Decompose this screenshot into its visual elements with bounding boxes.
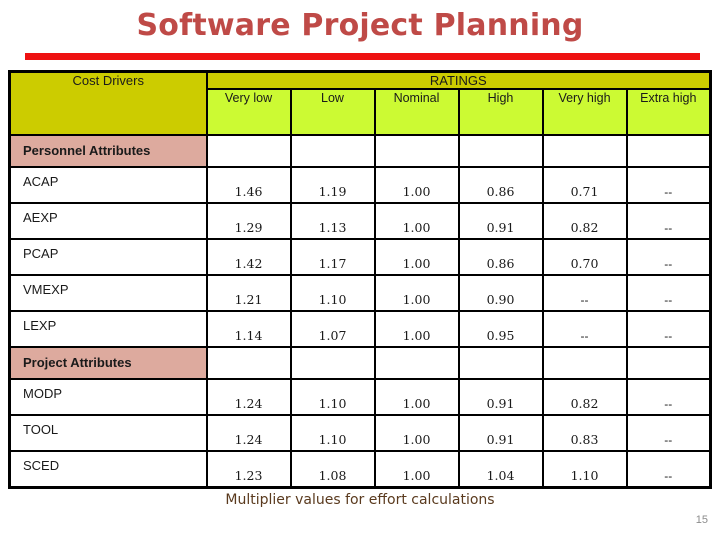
cell-tool-high: 0.91 bbox=[457, 414, 544, 452]
cell-acap-nominal: 1.00 bbox=[373, 166, 460, 204]
section-blank-cell bbox=[625, 346, 712, 380]
cell-pcap-extra-high: -- bbox=[625, 238, 712, 276]
cell-modp-very-high: 0.82 bbox=[541, 378, 628, 416]
table-row: MODP 1.24 1.10 1.00 0.91 0.82 -- bbox=[8, 378, 712, 416]
section-header-row: Project Attributes bbox=[8, 346, 712, 380]
cell-sced-nominal: 1.00 bbox=[373, 450, 460, 489]
column-header-low: Low bbox=[289, 88, 376, 136]
section-blank-cell bbox=[205, 346, 292, 380]
cell-lexp-nominal: 1.00 bbox=[373, 310, 460, 348]
cell-modp-nominal: 1.00 bbox=[373, 378, 460, 416]
cell-aexp-very-high: 0.82 bbox=[541, 202, 628, 240]
cell-acap-low: 1.19 bbox=[289, 166, 376, 204]
cell-acap-very-high: 0.71 bbox=[541, 166, 628, 204]
cell-tool-very-low: 1.24 bbox=[205, 414, 292, 452]
table-caption: Multiplier values for effort calculation… bbox=[225, 492, 495, 508]
column-header-extra-high: Extra high bbox=[625, 88, 712, 136]
cell-aexp-extra-high: -- bbox=[625, 202, 712, 240]
cell-sced-low: 1.08 bbox=[289, 450, 376, 489]
cell-vmexp-high: 0.90 bbox=[457, 274, 544, 312]
table-header-group-row: Cost Drivers RATINGS bbox=[8, 70, 712, 136]
cell-tool-extra-high: -- bbox=[625, 414, 712, 452]
table-row: PCAP 1.42 1.17 1.00 0.86 0.70 -- bbox=[8, 238, 712, 276]
row-label-lexp: LEXP bbox=[8, 310, 208, 348]
row-label-sced: SCED bbox=[8, 450, 208, 489]
cell-sced-very-high: 1.10 bbox=[541, 450, 628, 489]
cell-lexp-low: 1.07 bbox=[289, 310, 376, 348]
section-blank-cell bbox=[373, 134, 460, 168]
page-number: 15 bbox=[695, 514, 708, 526]
cell-aexp-low: 1.13 bbox=[289, 202, 376, 240]
cell-vmexp-very-high: -- bbox=[541, 274, 628, 312]
cell-pcap-very-low: 1.42 bbox=[205, 238, 292, 276]
section-blank-cell bbox=[457, 346, 544, 380]
cell-tool-nominal: 1.00 bbox=[373, 414, 460, 452]
table-row: SCED 1.23 1.08 1.00 1.04 1.10 -- bbox=[8, 450, 712, 489]
table-row: AEXP 1.29 1.13 1.00 0.91 0.82 -- bbox=[8, 202, 712, 240]
section-blank-cell bbox=[625, 134, 712, 168]
cell-vmexp-nominal: 1.00 bbox=[373, 274, 460, 312]
column-header-cost-drivers: Cost Drivers bbox=[8, 70, 208, 136]
column-header-very-low: Very low bbox=[205, 88, 292, 136]
cell-modp-low: 1.10 bbox=[289, 378, 376, 416]
column-header-high: High bbox=[457, 88, 544, 136]
section-blank-cell bbox=[205, 134, 292, 168]
section-blank-cell bbox=[541, 134, 628, 168]
section-title-project-attributes: Project Attributes bbox=[8, 346, 208, 380]
cell-aexp-high: 0.91 bbox=[457, 202, 544, 240]
row-label-modp: MODP bbox=[8, 378, 208, 416]
cell-sced-high: 1.04 bbox=[457, 450, 544, 489]
table-row: VMEXP 1.21 1.10 1.00 0.90 -- -- bbox=[8, 274, 712, 312]
row-label-vmexp: VMEXP bbox=[8, 274, 208, 312]
row-label-pcap: PCAP bbox=[8, 238, 208, 276]
cell-pcap-high: 0.86 bbox=[457, 238, 544, 276]
table-body: Cost Drivers RATINGS Very low Low Nomina… bbox=[8, 70, 712, 489]
table-row: TOOL 1.24 1.10 1.00 0.91 0.83 -- bbox=[8, 414, 712, 452]
cell-lexp-very-high: -- bbox=[541, 310, 628, 348]
row-label-tool: TOOL bbox=[8, 414, 208, 452]
cell-lexp-high: 0.95 bbox=[457, 310, 544, 348]
cell-vmexp-low: 1.10 bbox=[289, 274, 376, 312]
column-header-ratings: RATINGS bbox=[205, 70, 712, 90]
cell-tool-very-high: 0.83 bbox=[541, 414, 628, 452]
cell-modp-very-low: 1.24 bbox=[205, 378, 292, 416]
cell-pcap-low: 1.17 bbox=[289, 238, 376, 276]
column-header-very-high: Very high bbox=[541, 88, 628, 136]
section-blank-cell bbox=[541, 346, 628, 380]
cell-pcap-very-high: 0.70 bbox=[541, 238, 628, 276]
title-divider bbox=[25, 53, 700, 60]
section-blank-cell bbox=[289, 134, 376, 168]
section-blank-cell bbox=[373, 346, 460, 380]
cell-sced-extra-high: -- bbox=[625, 450, 712, 489]
row-label-acap: ACAP bbox=[8, 166, 208, 204]
page-title: Software Project Planning bbox=[136, 8, 584, 43]
cell-sced-very-low: 1.23 bbox=[205, 450, 292, 489]
table-row: ACAP 1.46 1.19 1.00 0.86 0.71 -- bbox=[8, 166, 712, 204]
cell-lexp-very-low: 1.14 bbox=[205, 310, 292, 348]
cell-aexp-very-low: 1.29 bbox=[205, 202, 292, 240]
cell-vmexp-very-low: 1.21 bbox=[205, 274, 292, 312]
cell-tool-low: 1.10 bbox=[289, 414, 376, 452]
column-header-nominal: Nominal bbox=[373, 88, 460, 136]
cell-lexp-extra-high: -- bbox=[625, 310, 712, 348]
cell-acap-high: 0.86 bbox=[457, 166, 544, 204]
section-title-personnel-attributes: Personnel Attributes bbox=[8, 134, 208, 168]
cell-vmexp-extra-high: -- bbox=[625, 274, 712, 312]
row-label-aexp: AEXP bbox=[8, 202, 208, 240]
cell-modp-extra-high: -- bbox=[625, 378, 712, 416]
cell-aexp-nominal: 1.00 bbox=[373, 202, 460, 240]
cell-acap-extra-high: -- bbox=[625, 166, 712, 204]
cost-drivers-table: Cost Drivers RATINGS Very low Low Nomina… bbox=[8, 70, 713, 489]
table-row: LEXP 1.14 1.07 1.00 0.95 -- -- bbox=[8, 310, 712, 348]
cell-acap-very-low: 1.46 bbox=[205, 166, 292, 204]
section-header-row: Personnel Attributes bbox=[8, 134, 712, 168]
section-blank-cell bbox=[457, 134, 544, 168]
cell-pcap-nominal: 1.00 bbox=[373, 238, 460, 276]
section-blank-cell bbox=[289, 346, 376, 380]
cell-modp-high: 0.91 bbox=[457, 378, 544, 416]
